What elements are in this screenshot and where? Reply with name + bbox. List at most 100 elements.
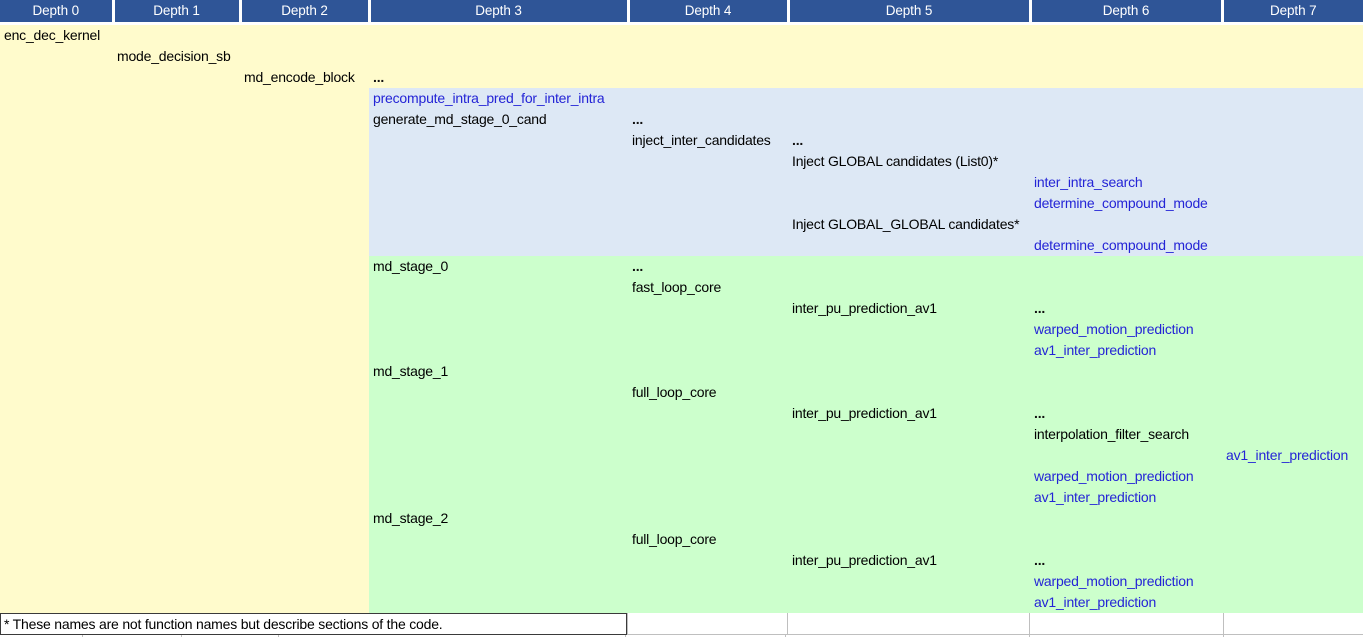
grid-cell xyxy=(628,172,788,193)
grid-cell: precompute_intra_pred_for_inter_intra xyxy=(369,88,628,109)
grid-cell xyxy=(369,172,628,193)
column-header-depth-1[interactable]: Depth 1 xyxy=(115,0,239,22)
grid-cell xyxy=(113,172,240,193)
collapsed-ellipsis: ... xyxy=(369,69,384,85)
grid-cell xyxy=(628,298,788,319)
grid-cell xyxy=(628,88,788,109)
column-header-depth-4[interactable]: Depth 4 xyxy=(630,0,787,22)
grid-cell xyxy=(628,550,788,571)
column-header-depth-2[interactable]: Depth 2 xyxy=(242,0,368,22)
grid-cell xyxy=(1222,277,1363,298)
grid-cell xyxy=(0,46,113,67)
collapsed-ellipsis: ... xyxy=(1030,552,1045,568)
grid-cell xyxy=(1222,571,1363,592)
empty-cell xyxy=(1029,613,1223,635)
grid-cell xyxy=(113,340,240,361)
link-warped_motion_prediction[interactable]: warped_motion_prediction xyxy=(1030,321,1193,337)
grid-cell xyxy=(628,25,788,46)
link-warped_motion_prediction[interactable]: warped_motion_prediction xyxy=(1030,573,1193,589)
grid-cell xyxy=(628,151,788,172)
grid-cell xyxy=(788,508,1030,529)
grid-cell xyxy=(113,487,240,508)
grid-cell xyxy=(240,403,369,424)
grid-cell xyxy=(1030,151,1222,172)
sheet-row: inter_pu_prediction_av1... xyxy=(0,403,1363,424)
grid-cell xyxy=(240,46,369,67)
grid-cell xyxy=(1222,256,1363,277)
grid-cell xyxy=(369,235,628,256)
column-header-depth-0[interactable]: Depth 0 xyxy=(0,0,112,22)
grid-cell xyxy=(788,592,1030,613)
grid-cell xyxy=(788,424,1030,445)
column-header-depth-7[interactable]: Depth 7 xyxy=(1224,0,1363,22)
link-av1_inter_prediction[interactable]: av1_inter_prediction xyxy=(1222,447,1348,463)
grid-cell xyxy=(113,193,240,214)
grid-cell: inject_inter_candidates xyxy=(628,130,788,151)
grid-cell xyxy=(240,382,369,403)
grid-cell xyxy=(788,487,1030,508)
link-precompute_intra_pred_for_inter_intra[interactable]: precompute_intra_pred_for_inter_intra xyxy=(369,90,605,106)
grid-cell xyxy=(1222,88,1363,109)
grid-cell xyxy=(0,151,113,172)
grid-cell: warped_motion_prediction xyxy=(1030,571,1222,592)
grid-cell xyxy=(1222,214,1363,235)
grid-cell xyxy=(240,235,369,256)
link-av1_inter_prediction[interactable]: av1_inter_prediction xyxy=(1030,489,1156,505)
link-determine_compound_mode[interactable]: determine_compound_mode xyxy=(1030,237,1208,253)
header-column: Depth 3 xyxy=(369,0,628,22)
grid-cell xyxy=(0,550,113,571)
link-av1_inter_prediction[interactable]: av1_inter_prediction xyxy=(1030,342,1156,358)
link-inter_intra_search[interactable]: inter_intra_search xyxy=(1030,174,1142,190)
grid-cell xyxy=(240,508,369,529)
column-header-depth-5[interactable]: Depth 5 xyxy=(790,0,1029,22)
grid-cell xyxy=(240,550,369,571)
column-header-depth-3[interactable]: Depth 3 xyxy=(371,0,627,22)
sheet-row: inter_pu_prediction_av1... xyxy=(0,298,1363,319)
grid-cell xyxy=(0,403,113,424)
grid-cell: ... xyxy=(628,256,788,277)
grid-cell xyxy=(369,487,628,508)
grid-cell xyxy=(1030,529,1222,550)
grid-cell xyxy=(788,109,1030,130)
grid-cell: ... xyxy=(1030,550,1222,571)
grid-cell xyxy=(788,571,1030,592)
grid-cell xyxy=(0,235,113,256)
grid-cell: md_stage_2 xyxy=(369,508,628,529)
grid-cell xyxy=(628,403,788,424)
grid-cell xyxy=(1222,550,1363,571)
link-determine_compound_mode[interactable]: determine_compound_mode xyxy=(1030,195,1208,211)
grid-cell xyxy=(113,88,240,109)
grid-cell: Inject GLOBAL_GLOBAL candidates* xyxy=(788,214,1030,235)
grid-cell xyxy=(788,382,1030,403)
grid-cell xyxy=(788,67,1030,88)
grid-cell: ... xyxy=(788,130,1030,151)
cell-full_loop_core: full_loop_core xyxy=(628,384,716,400)
grid-cell xyxy=(369,550,628,571)
link-av1_inter_prediction[interactable]: av1_inter_prediction xyxy=(1030,594,1156,610)
cell-inject_inter_candidates: inject_inter_candidates xyxy=(628,132,771,148)
collapsed-ellipsis: ... xyxy=(628,111,643,127)
column-header-depth-6[interactable]: Depth 6 xyxy=(1032,0,1221,22)
header-column: Depth 4 xyxy=(628,0,788,22)
grid-cell xyxy=(1222,109,1363,130)
grid-cell xyxy=(1222,46,1363,67)
link-warped_motion_prediction[interactable]: warped_motion_prediction xyxy=(1030,468,1193,484)
grid-cell xyxy=(240,172,369,193)
grid-cell xyxy=(240,151,369,172)
footnote-text: * These names are not function names but… xyxy=(4,616,442,632)
grid-cell xyxy=(113,466,240,487)
header-column: Depth 0 xyxy=(0,0,113,22)
grid-cell xyxy=(1030,361,1222,382)
grid-cell xyxy=(240,130,369,151)
grid-cell xyxy=(369,277,628,298)
grid-cell xyxy=(113,214,240,235)
grid-cell xyxy=(240,571,369,592)
grid-cell xyxy=(0,193,113,214)
grid-cell: ... xyxy=(369,67,628,88)
sheet-row: warped_motion_prediction xyxy=(0,466,1363,487)
grid-cell: inter_intra_search xyxy=(1030,172,1222,193)
grid-cell: av1_inter_prediction xyxy=(1030,487,1222,508)
cell-interpolation_filter_search: interpolation_filter_search xyxy=(1030,426,1189,442)
grid-cell xyxy=(113,25,240,46)
grid-cell: av1_inter_prediction xyxy=(1030,592,1222,613)
